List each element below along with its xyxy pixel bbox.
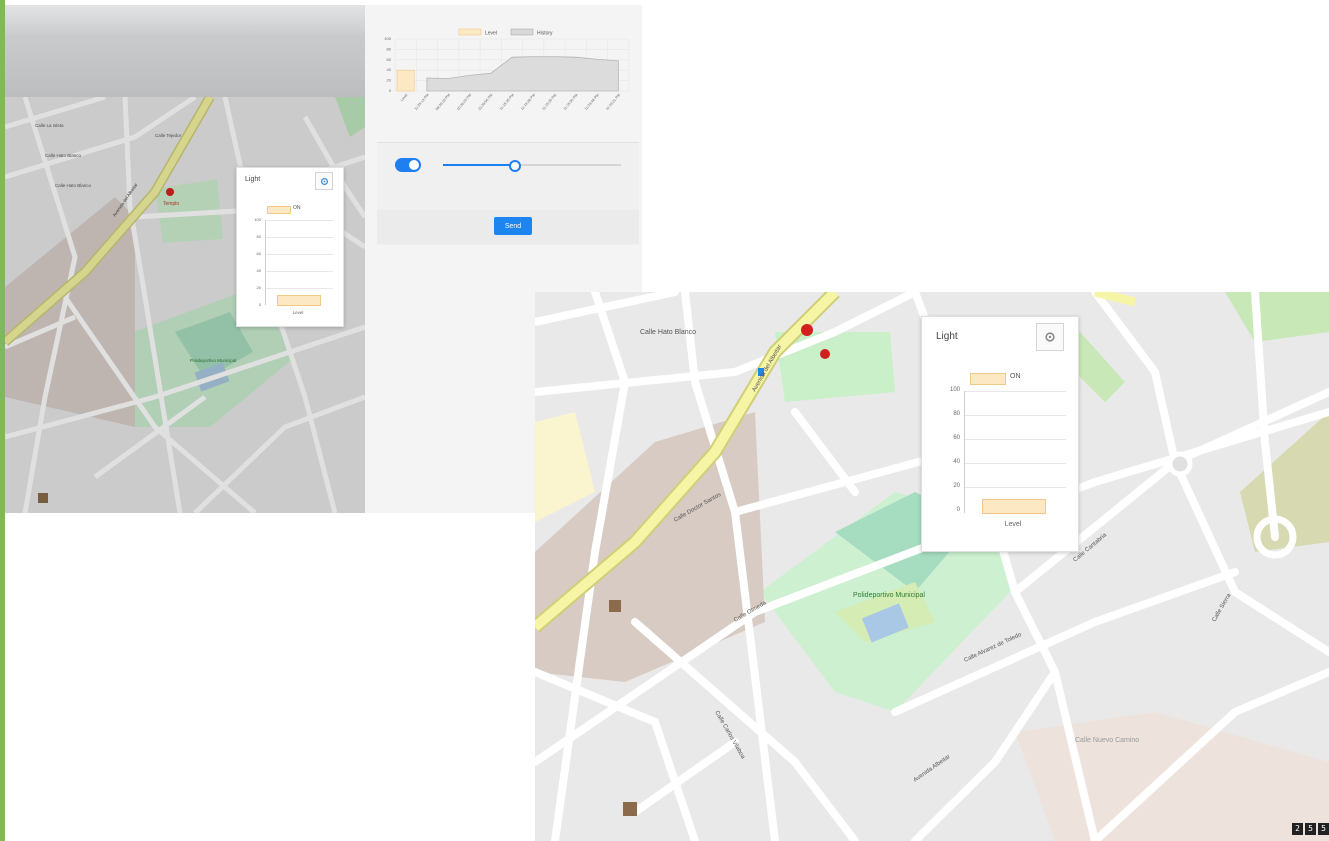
toggle-knob <box>409 160 419 170</box>
x-tick: 10:36:23 PM <box>456 93 472 111</box>
popup-title: Light <box>936 331 958 342</box>
scale-digit: 2 <box>1292 823 1303 835</box>
pharmacy-icon <box>166 188 174 196</box>
x-tick: 10:39:56 PM <box>477 93 493 111</box>
scale-digit: 5 <box>1305 823 1316 835</box>
poi-icon <box>623 802 637 816</box>
x-tick: Level <box>292 310 304 315</box>
x-tick: 11:19:39 PM <box>520 93 536 111</box>
y-tick: 60 <box>256 251 261 256</box>
x-tick: 11:25:13 PM <box>414 93 430 111</box>
street-label: Calle La Isleta <box>35 123 64 128</box>
history-series <box>426 56 619 92</box>
pharmacy-icon <box>820 349 830 359</box>
history-chart: Level History 100 80 60 40 20 0 Level 11:… <box>384 28 630 111</box>
x-tick: 11:43:21 PM <box>605 93 621 111</box>
y-tick: 80 <box>387 46 392 51</box>
legend-level-label: Level <box>485 31 497 37</box>
send-button[interactable]: Send <box>494 217 532 235</box>
legend-history-label: History <box>537 31 553 37</box>
level-slider[interactable] <box>443 160 621 172</box>
power-toggle[interactable] <box>395 158 421 172</box>
bar-level <box>277 295 321 306</box>
legend-label: ON <box>293 205 301 211</box>
legend-level-swatch <box>458 28 482 36</box>
street-label: Calle Hato Blanco <box>45 153 82 158</box>
y-tick: 40 <box>953 459 960 465</box>
y-tick: 0 <box>389 88 392 93</box>
y-tick: 0 <box>258 302 261 307</box>
y-tick: 60 <box>953 435 960 441</box>
y-tick: 20 <box>387 78 392 83</box>
y-tick: 100 <box>254 217 261 222</box>
y-tick: 0 <box>956 507 960 513</box>
y-tick: 80 <box>256 234 261 239</box>
bar-level <box>982 499 1046 514</box>
legend-history-swatch <box>510 28 534 36</box>
street-label: Calle Hato Blanco <box>640 329 696 336</box>
map-screenshot-zoomed: Calle Hato Blanco Polideportivo Municipa… <box>535 292 1329 841</box>
light-popup: Light ON 100 80 60 40 20 0 Level <box>236 167 344 327</box>
y-tick: 20 <box>953 483 960 489</box>
x-tick: 11:15:35 PM <box>541 93 557 111</box>
top-toolbar <box>5 5 365 97</box>
y-tick: 40 <box>256 268 261 273</box>
area-label: Calle Nuevo Camino <box>1075 737 1139 744</box>
x-tick: 09:36:23 PM <box>435 93 451 111</box>
legend-label: ON <box>1010 373 1021 380</box>
pharmacy-icon <box>801 324 813 336</box>
scale-badge: 2 5 5 <box>1292 823 1329 835</box>
gear-icon[interactable] <box>315 172 333 190</box>
x-tick: Level <box>400 93 409 102</box>
poi-icon <box>38 493 48 503</box>
legend-swatch <box>970 373 1006 385</box>
light-popup: Light ON 100 80 60 40 20 0 Level <box>921 316 1079 552</box>
x-tick: Level <box>1004 521 1022 528</box>
y-tick: 20 <box>256 285 261 290</box>
street-label: Calle Tejedor <box>155 133 182 138</box>
x-tick: 11:33:48 PM <box>584 93 600 111</box>
street-label: Calle Hato Blanco <box>55 183 92 188</box>
park-label: Polideportivo Municipal <box>853 592 925 599</box>
x-tick: 11:15:35 PM <box>563 93 579 111</box>
popup-title: Light <box>245 176 261 183</box>
legend-swatch <box>267 206 291 214</box>
y-tick: 100 <box>949 387 960 393</box>
park-label: Polideportivo Municipal <box>190 358 236 363</box>
poi-icon <box>609 600 621 612</box>
x-tick: 11:15:35 PM <box>499 93 515 111</box>
y-tick: 80 <box>953 411 960 417</box>
y-tick: 60 <box>387 57 392 62</box>
scale-digit: 5 <box>1318 823 1329 835</box>
poi-label: Templo <box>163 201 179 207</box>
slider-fill <box>443 164 515 166</box>
y-tick: 40 <box>387 67 392 72</box>
gear-icon[interactable] <box>1036 323 1064 351</box>
y-tick: 100 <box>384 36 391 41</box>
level-bar <box>396 69 415 92</box>
